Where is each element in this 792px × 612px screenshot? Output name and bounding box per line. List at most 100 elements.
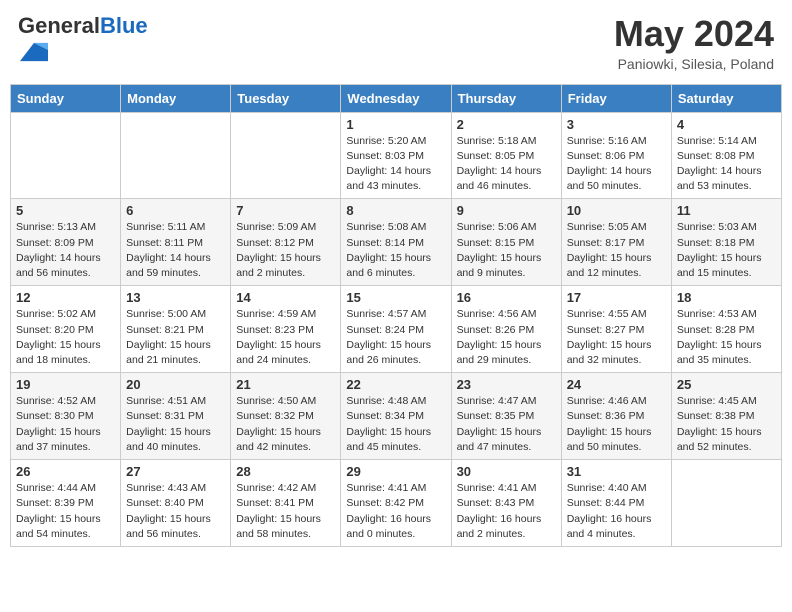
title-block: May 2024 Paniowki, Silesia, Poland	[614, 14, 774, 72]
day-number: 4	[677, 117, 776, 132]
day-number: 20	[126, 377, 225, 392]
day-info: Sunrise: 4:42 AMSunset: 8:41 PMDaylight:…	[236, 481, 335, 542]
calendar-week-row: 5 Sunrise: 5:13 AMSunset: 8:09 PMDaylight…	[11, 199, 782, 286]
day-info: Sunrise: 4:45 AMSunset: 8:38 PMDaylight:…	[677, 394, 776, 455]
calendar-cell: 31Sunrise: 4:40 AMSunset: 8:44 PMDayligh…	[561, 460, 671, 547]
day-number: 21	[236, 377, 335, 392]
calendar-cell: 7 Sunrise: 5:09 AMSunset: 8:12 PMDaylight…	[231, 199, 341, 286]
logo-text: GeneralBlue	[18, 14, 148, 38]
weekday-header-tuesday: Tuesday	[231, 84, 341, 112]
day-info: Sunrise: 4:46 AMSunset: 8:36 PMDaylight:…	[567, 394, 666, 455]
day-number: 30	[457, 464, 556, 479]
calendar-cell	[231, 112, 341, 199]
day-info: Sunrise: 5:13 AMSunset: 8:09 PMDaylight:…	[16, 220, 115, 281]
day-number: 2	[457, 117, 556, 132]
location-subtitle: Paniowki, Silesia, Poland	[614, 56, 774, 72]
day-number: 18	[677, 290, 776, 305]
day-number: 24	[567, 377, 666, 392]
calendar-cell: 29 Sunrise: 4:41 AMSunset: 8:42 PMDayligh…	[341, 460, 451, 547]
calendar-cell: 22Sunrise: 4:48 AMSunset: 8:34 PMDayligh…	[341, 373, 451, 460]
day-number: 26	[16, 464, 115, 479]
day-info: Sunrise: 4:55 AMSunset: 8:27 PMDaylight:…	[567, 307, 666, 368]
day-info: Sunrise: 4:41 AMSunset: 8:42 PMDaylight:…	[346, 481, 445, 542]
day-info: Sunrise: 5:05 AMSunset: 8:17 PMDaylight:…	[567, 220, 666, 281]
calendar-week-row: 19Sunrise: 4:52 AMSunset: 8:30 PMDayligh…	[11, 373, 782, 460]
calendar-cell: 26 Sunrise: 4:44 AMSunset: 8:39 PMDayligh…	[11, 460, 121, 547]
day-number: 9	[457, 203, 556, 218]
day-info: Sunrise: 5:08 AMSunset: 8:14 PMDaylight:…	[346, 220, 445, 281]
day-number: 22	[346, 377, 445, 392]
calendar-cell: 28 Sunrise: 4:42 AMSunset: 8:41 PMDayligh…	[231, 460, 341, 547]
calendar-cell: 12Sunrise: 5:02 AMSunset: 8:20 PMDayligh…	[11, 286, 121, 373]
calendar-cell: 20 Sunrise: 4:51 AMSunset: 8:31 PMDayligh…	[121, 373, 231, 460]
weekday-header-friday: Friday	[561, 84, 671, 112]
day-number: 3	[567, 117, 666, 132]
calendar-week-row: 1Sunrise: 5:20 AMSunset: 8:03 PMDaylight…	[11, 112, 782, 199]
calendar-cell: 9 Sunrise: 5:06 AMSunset: 8:15 PMDaylight…	[451, 199, 561, 286]
day-number: 7	[236, 203, 335, 218]
day-number: 10	[567, 203, 666, 218]
weekday-header-saturday: Saturday	[671, 84, 781, 112]
calendar-cell: 21 Sunrise: 4:50 AMSunset: 8:32 PMDayligh…	[231, 373, 341, 460]
logo-general: General	[18, 13, 100, 38]
calendar-cell: 25 Sunrise: 4:45 AMSunset: 8:38 PMDayligh…	[671, 373, 781, 460]
logo-blue: Blue	[100, 13, 148, 38]
day-number: 8	[346, 203, 445, 218]
day-info: Sunrise: 5:09 AMSunset: 8:12 PMDaylight:…	[236, 220, 335, 281]
calendar-cell: 1Sunrise: 5:20 AMSunset: 8:03 PMDaylight…	[341, 112, 451, 199]
day-info: Sunrise: 4:50 AMSunset: 8:32 PMDaylight:…	[236, 394, 335, 455]
calendar-week-row: 12Sunrise: 5:02 AMSunset: 8:20 PMDayligh…	[11, 286, 782, 373]
month-title: May 2024	[614, 14, 774, 54]
calendar-cell	[671, 460, 781, 547]
calendar-cell: 10 Sunrise: 5:05 AMSunset: 8:17 PMDayligh…	[561, 199, 671, 286]
calendar-cell: 16Sunrise: 4:56 AMSunset: 8:26 PMDayligh…	[451, 286, 561, 373]
day-info: Sunrise: 5:20 AMSunset: 8:03 PMDaylight:…	[346, 134, 445, 195]
day-info: Sunrise: 4:53 AMSunset: 8:28 PMDaylight:…	[677, 307, 776, 368]
calendar-cell	[121, 112, 231, 199]
page-header: GeneralBlue May 2024 Paniowki, Silesia, …	[10, 10, 782, 76]
day-info: Sunrise: 5:03 AMSunset: 8:18 PMDaylight:…	[677, 220, 776, 281]
day-info: Sunrise: 4:41 AMSunset: 8:43 PMDaylight:…	[457, 481, 556, 542]
day-info: Sunrise: 5:16 AMSunset: 8:06 PMDaylight:…	[567, 134, 666, 195]
day-info: Sunrise: 4:59 AMSunset: 8:23 PMDaylight:…	[236, 307, 335, 368]
day-number: 11	[677, 203, 776, 218]
day-number: 6	[126, 203, 225, 218]
day-number: 16	[457, 290, 556, 305]
weekday-header-thursday: Thursday	[451, 84, 561, 112]
day-info: Sunrise: 5:06 AMSunset: 8:15 PMDaylight:…	[457, 220, 556, 281]
day-number: 12	[16, 290, 115, 305]
calendar-cell: 15 Sunrise: 4:57 AMSunset: 8:24 PMDayligh…	[341, 286, 451, 373]
day-number: 13	[126, 290, 225, 305]
calendar-cell: 27 Sunrise: 4:43 AMSunset: 8:40 PMDayligh…	[121, 460, 231, 547]
day-number: 17	[567, 290, 666, 305]
day-info: Sunrise: 4:44 AMSunset: 8:39 PMDaylight:…	[16, 481, 115, 542]
logo: GeneralBlue	[18, 14, 148, 71]
day-number: 28	[236, 464, 335, 479]
day-info: Sunrise: 5:18 AMSunset: 8:05 PMDaylight:…	[457, 134, 556, 195]
calendar-header: SundayMondayTuesdayWednesdayThursdayFrid…	[11, 84, 782, 112]
calendar-week-row: 26 Sunrise: 4:44 AMSunset: 8:39 PMDayligh…	[11, 460, 782, 547]
day-info: Sunrise: 5:00 AMSunset: 8:21 PMDaylight:…	[126, 307, 225, 368]
day-number: 5	[16, 203, 115, 218]
day-info: Sunrise: 4:51 AMSunset: 8:31 PMDaylight:…	[126, 394, 225, 455]
day-number: 25	[677, 377, 776, 392]
weekday-header-monday: Monday	[121, 84, 231, 112]
day-info: Sunrise: 4:52 AMSunset: 8:30 PMDaylight:…	[16, 394, 115, 455]
day-info: Sunrise: 5:14 AMSunset: 8:08 PMDaylight:…	[677, 134, 776, 195]
calendar-cell: 13 Sunrise: 5:00 AMSunset: 8:21 PMDayligh…	[121, 286, 231, 373]
calendar-cell: 5 Sunrise: 5:13 AMSunset: 8:09 PMDaylight…	[11, 199, 121, 286]
calendar-table: SundayMondayTuesdayWednesdayThursdayFrid…	[10, 84, 782, 547]
day-number: 15	[346, 290, 445, 305]
day-info: Sunrise: 5:11 AMSunset: 8:11 PMDaylight:…	[126, 220, 225, 281]
day-number: 27	[126, 464, 225, 479]
day-number: 14	[236, 290, 335, 305]
day-info: Sunrise: 4:40 AMSunset: 8:44 PMDaylight:…	[567, 481, 666, 542]
day-info: Sunrise: 4:57 AMSunset: 8:24 PMDaylight:…	[346, 307, 445, 368]
day-number: 29	[346, 464, 445, 479]
day-info: Sunrise: 4:47 AMSunset: 8:35 PMDaylight:…	[457, 394, 556, 455]
calendar-cell: 24 Sunrise: 4:46 AMSunset: 8:36 PMDayligh…	[561, 373, 671, 460]
logo-icon	[20, 38, 48, 66]
calendar-cell: 8 Sunrise: 5:08 AMSunset: 8:14 PMDaylight…	[341, 199, 451, 286]
day-info: Sunrise: 4:43 AMSunset: 8:40 PMDaylight:…	[126, 481, 225, 542]
calendar-cell: 3 Sunrise: 5:16 AMSunset: 8:06 PMDaylight…	[561, 112, 671, 199]
